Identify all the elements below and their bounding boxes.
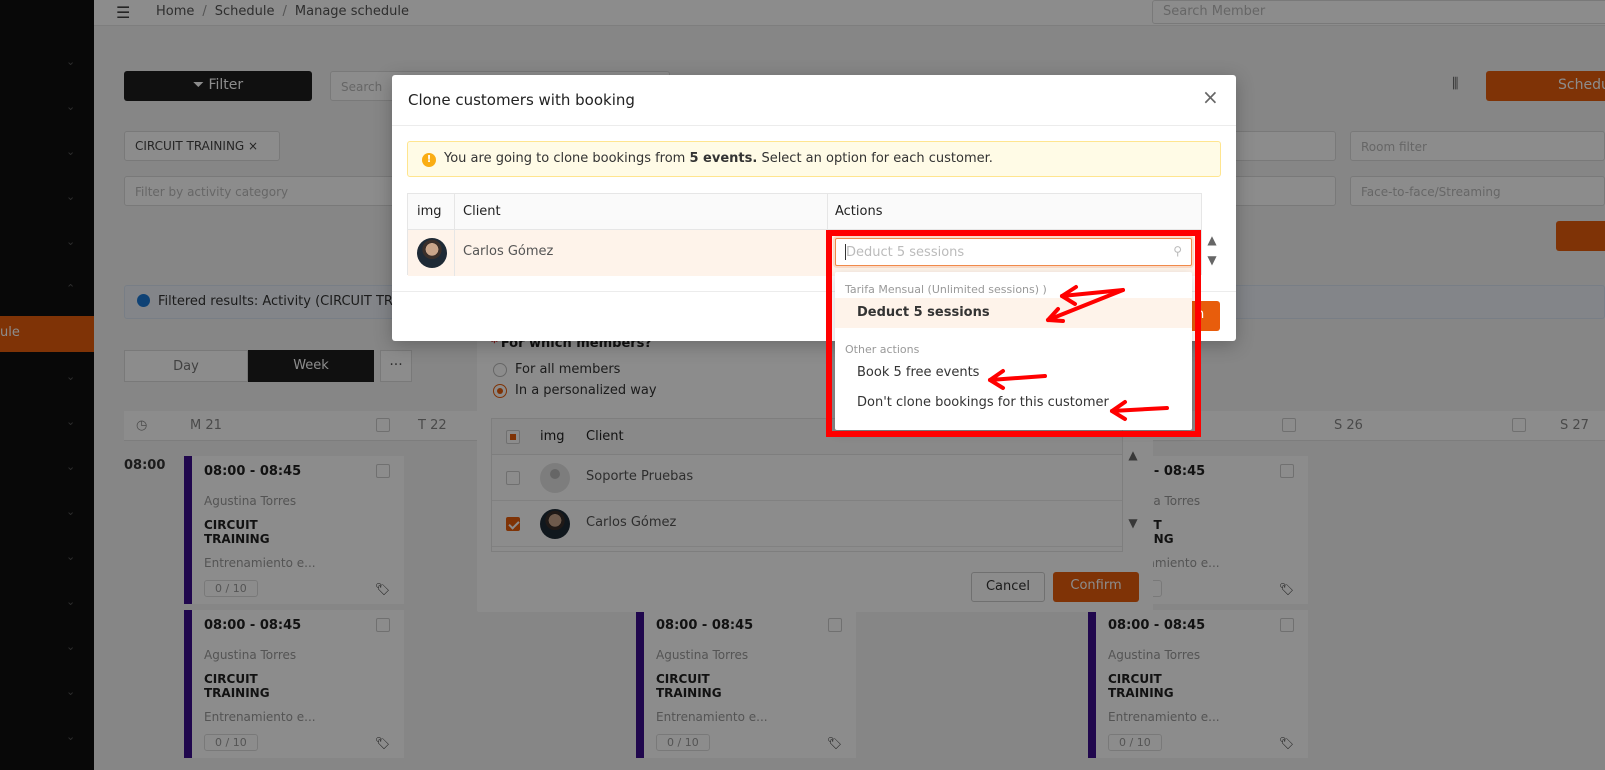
annotation-arrows <box>988 285 1169 421</box>
annotation-arrow <box>1110 406 1169 413</box>
